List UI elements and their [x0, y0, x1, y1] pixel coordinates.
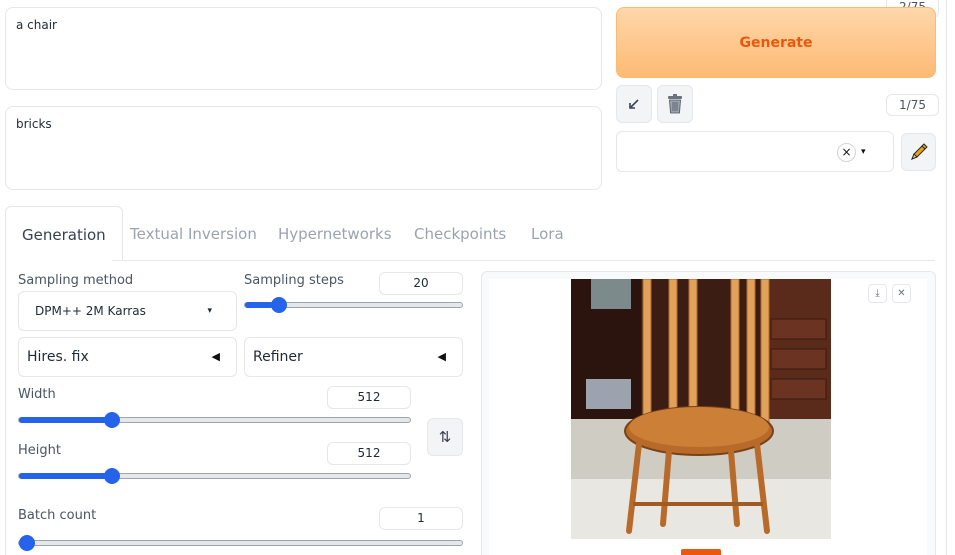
swap-arrows-icon: ⇅: [438, 428, 452, 446]
width-slider[interactable]: [18, 412, 411, 428]
generate-button[interactable]: Generate: [616, 7, 936, 78]
close-icon: ✕: [897, 288, 906, 299]
width-label: Width: [18, 387, 56, 402]
sampling-method-value: DPM++ 2M Karras: [35, 304, 146, 318]
panel-border: [5, 260, 6, 555]
batch-count-slider[interactable]: [18, 535, 463, 551]
sampling-method-label: Sampling method: [18, 273, 134, 288]
height-slider[interactable]: [18, 468, 411, 484]
tab-checkpoints[interactable]: Checkpoints: [414, 206, 506, 261]
sampling-steps-label: Sampling steps: [244, 273, 344, 288]
collapse-triangle-icon: ◀: [437, 350, 446, 363]
trash-icon: [668, 94, 682, 114]
negative-prompt-input[interactable]: [16, 117, 591, 181]
hires-fix-label: Hires. fix: [27, 349, 89, 365]
refiner-accordion[interactable]: Refiner ◀: [244, 337, 463, 377]
generated-chair-image[interactable]: [571, 279, 831, 539]
download-image-button[interactable]: ⤓: [868, 284, 887, 303]
pencil-icon: [910, 143, 928, 160]
refiner-label: Refiner: [253, 349, 303, 365]
edit-styles-button[interactable]: [901, 133, 936, 171]
arrow-down-left-icon: [629, 99, 639, 109]
slider-thumb[interactable]: [270, 297, 287, 313]
tab-hypernetworks[interactable]: Hypernetworks: [278, 206, 392, 261]
slider-thumb[interactable]: [103, 468, 120, 484]
slider-thumb[interactable]: [103, 412, 120, 428]
batch-count-label: Batch count: [18, 508, 97, 523]
negative-prompt-box[interactable]: [5, 106, 602, 190]
chevron-down-icon: ▾: [207, 306, 212, 316]
tab-generation[interactable]: Generation: [5, 206, 123, 261]
prompt-box[interactable]: [5, 7, 602, 90]
swap-dimensions-button[interactable]: ⇅: [427, 418, 463, 456]
prompt-input[interactable]: [16, 18, 591, 81]
sampling-steps-slider[interactable]: [244, 297, 463, 313]
sampling-steps-input[interactable]: 20: [379, 272, 463, 295]
negative-prompt-token-count: 1/75: [886, 94, 939, 116]
height-label: Height: [18, 443, 61, 458]
styles-dropdown[interactable]: × ▾: [616, 131, 894, 172]
sampling-method-dropdown[interactable]: DPM++ 2M Karras ▾: [18, 291, 237, 331]
height-input[interactable]: 512: [327, 442, 411, 465]
clear-prompt-button[interactable]: [657, 85, 693, 123]
hires-fix-accordion[interactable]: Hires. fix ◀: [18, 337, 237, 377]
clear-styles-button[interactable]: ×: [837, 143, 856, 162]
image-badge: [681, 549, 721, 555]
read-params-button[interactable]: [616, 85, 652, 123]
batch-count-input[interactable]: 1: [379, 507, 463, 530]
collapse-triangle-icon: ◀: [211, 350, 220, 363]
close-image-button[interactable]: ✕: [892, 284, 911, 303]
chevron-down-icon: ▾: [861, 147, 866, 157]
tab-divider: [112, 260, 935, 261]
download-icon: ⤓: [875, 288, 880, 299]
tab-lora[interactable]: Lora: [531, 206, 564, 261]
scrollbar-edge: [946, 0, 947, 555]
tab-textual-inversion[interactable]: Textual Inversion: [130, 206, 257, 261]
slider-thumb[interactable]: [19, 535, 35, 551]
width-input[interactable]: 512: [327, 386, 411, 409]
